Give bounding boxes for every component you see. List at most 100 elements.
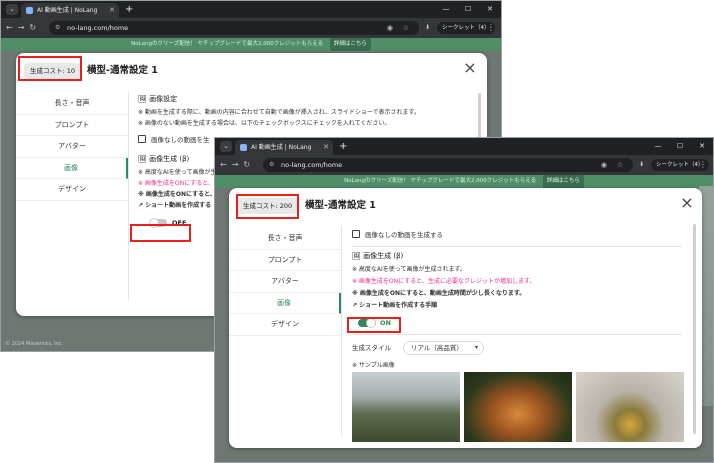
highlight-cost [18,56,82,81]
checkbox-box[interactable] [352,230,360,238]
sample-label: ※ サンプル画像 [352,362,395,369]
window-close-icon[interactable]: ✕ [479,1,501,18]
nav-item-image[interactable]: 画像 [16,157,128,179]
sample-image-pineapple [576,372,684,442]
browser-tab[interactable]: AI 動画生成 | NoLang ✕ [235,140,333,155]
nav-buttons[interactable]: ←→↻ [220,155,255,175]
bookmark-star-icon[interactable]: ☆ [403,21,409,35]
url-text: no-lang.com/home [281,161,343,169]
new-tab-icon[interactable]: + [125,2,133,17]
minimize-icon[interactable]: — [647,138,669,155]
tab-close-icon[interactable]: ✕ [323,140,329,155]
tab-title: AI 動画生成 | NoLang [251,144,312,151]
image-settings-note-2: ※ 画像のない動画を生成する場合は、以下のチェックボックスにチェックを入れてくだ… [138,120,391,127]
favicon-icon [26,7,33,14]
image-gen-note-1: ※ 高度なAIを使って画像が生 [138,169,217,176]
image-gen-note-2: ※ 画像生成をONにすると、生成に必要なクレジットが増加します。 [352,278,536,285]
favicon-icon [240,144,247,151]
nav-item-length[interactable]: 長さ・音声 [16,93,128,115]
nav-item-design[interactable]: デザイン [16,179,128,201]
tracking-icon[interactable]: ◉ [601,158,607,172]
nav-item-image[interactable]: 画像 [229,292,341,314]
tab-search-icon[interactable]: ⌄ [6,4,18,15]
image-settings-note-1: ※ 動画を生成する際に、動画の内容に合わせて自動で画像が挿入され、スライドショー… [138,109,420,116]
nav-item-length[interactable]: 長さ・音声 [229,228,341,250]
sample-image-tiger [464,372,572,442]
nav-item-avatar[interactable]: アバター [16,136,128,158]
nav-item-prompt[interactable]: プロンプト [16,115,128,136]
maximize-icon[interactable]: ☐ [669,138,691,155]
nav-divider [128,91,129,301]
short-video-link[interactable]: ↗ ショート動画を作成する [138,201,211,210]
style-select-value: リアル（高品質） [411,344,463,352]
incognito-badge[interactable]: シークレット（4） [437,22,495,34]
toolbar: ←→↻ ⚙ no-lang.com/home ◉ ☆ ⬇ シークレット（4） ⋮ [1,18,501,38]
menu-icon[interactable]: ⋮ [487,18,495,38]
close-icon[interactable]: × [678,194,696,212]
settings-nav: 長さ・音声 プロンプト アバター 画像 デザイン [16,93,128,201]
tab-strip: ⌄ AI 動画生成 | NoLang ✕ + — ☐ ✕ [1,1,501,18]
sample-images [352,372,687,442]
browser-tab[interactable]: AI 動画生成 | NoLang ✕ [21,3,119,18]
address-bar[interactable]: ⚙ no-lang.com/home ◉ ☆ [49,21,419,35]
banner-button[interactable]: 詳細はこちら [329,38,371,51]
banner-button[interactable]: 詳細はこちら [542,175,584,188]
image-gen-icon: 🖼 [352,252,364,260]
image-gen-heading: 🖼 画像生成 (β) [138,155,190,163]
promo-banner: NoLangのクリーズ配信！ ヤチップグレードで最大2,000クレジットもらえる… [1,38,501,51]
menu-icon[interactable]: ⋮ [699,155,707,175]
chevron-down-icon: ▾ [474,344,478,351]
image-settings-heading: 🖼 画像設定 [138,95,178,103]
image-gen-icon: 🖼 [138,155,150,163]
close-icon[interactable]: × [461,59,479,77]
site-info-icon[interactable]: ⚙ [55,21,60,35]
checkbox-box[interactable] [138,135,146,143]
scrollbar[interactable] [693,224,696,434]
nav-buttons[interactable]: ←→↻ [6,18,41,38]
section-divider [352,246,682,247]
settings-content: 画像なしの動画を生成する 🖼 画像生成 (β) ※ 高度なAIを使って画像が生成… [352,230,687,442]
nav-item-prompt[interactable]: プロンプト [229,250,341,271]
site-info-icon[interactable]: ⚙ [269,158,274,172]
toolbar: ←→↻ ⚙ no-lang.com/home ◉ ☆ ⬇ シークレット（4） ⋮ [215,155,713,175]
browser-window-2: ⌄ AI 動画生成 | NoLang ✕ + — ☐ ✕ ←→↻ ⚙ no-la… [214,137,714,463]
extension-icon[interactable]: ⬇ [639,155,644,175]
no-image-checkbox[interactable]: 画像なしの動画を生 [138,135,210,145]
maximize-icon[interactable]: ☐ [457,1,479,18]
settings-nav: 長さ・音声 プロンプト アバター 画像 デザイン [229,228,341,336]
section-divider [352,334,682,335]
address-bar[interactable]: ⚙ no-lang.com/home ◉ ☆ [263,158,633,172]
style-label: 生成スタイル [352,344,391,352]
window-close-icon[interactable]: ✕ [691,138,713,155]
modal-title: 横型-通常設定 1 [87,65,158,76]
tab-title: AI 動画生成 | NoLang [37,7,98,14]
image-icon: 🖼 [138,95,150,103]
style-select[interactable]: リアル（高品質） ▾ [403,341,484,355]
extension-icon[interactable]: ⬇ [425,18,430,38]
tab-close-icon[interactable]: ✕ [109,3,115,18]
new-tab-icon[interactable]: + [339,139,347,154]
tracking-icon[interactable]: ◉ [387,21,393,35]
banner-text: NoLangのクリーズ配信！ ヤチップグレードで最大2,000クレジットもらえる [344,178,537,184]
short-video-link[interactable]: ↗ ショート動画を作成する手順 [352,301,437,310]
no-image-checkbox[interactable]: 画像なしの動画を生成する [352,230,443,240]
banner-text: NoLangのクリーズ配信！ ヤチップグレードで最大2,000クレジットもらえる [131,41,324,47]
nav-divider [341,226,342,436]
tab-strip: ⌄ AI 動画生成 | NoLang ✕ + — ☐ ✕ [215,138,713,155]
minimize-icon[interactable]: — [435,1,457,18]
highlight-toggle [347,317,401,333]
bookmark-star-icon[interactable]: ☆ [617,158,623,172]
url-text: no-lang.com/home [67,24,129,32]
image-gen-note-3: ※ 画像生成をONにすると、動画生成時間が少し長くなります。 [352,290,526,297]
image-gen-note-2: ※ 画像生成をONにすると、 [138,180,214,187]
sample-image-mountain [352,372,460,442]
nav-item-avatar[interactable]: アバター [229,271,341,293]
highlight-toggle [130,224,191,242]
promo-banner: NoLangのクリーズ配信！ ヤチップグレードで最大2,000クレジットもらえる… [215,175,713,188]
modal-title: 横型-通常設定 1 [305,200,376,211]
image-gen-note-1: ※ 高度なAIを使って画像が生成されます。 [352,266,466,273]
footer-text: © 2024 Mavericks, Inc. [5,341,64,347]
nav-item-design[interactable]: デザイン [229,314,341,336]
highlight-cost [236,194,299,219]
tab-search-icon[interactable]: ⌄ [220,141,232,152]
